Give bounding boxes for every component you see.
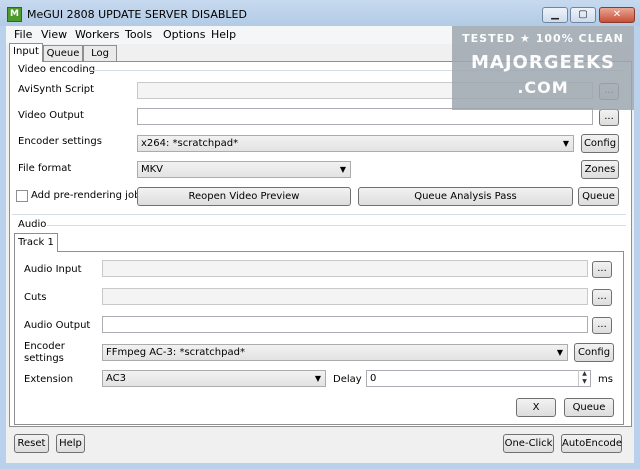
- cuts-label: Cuts: [24, 292, 47, 303]
- window-title: MeGUI 2808 UPDATE SERVER DISABLED: [27, 8, 247, 21]
- watermark-line-2: MAJORGEEKS: [471, 52, 615, 73]
- delay-unit-label: ms: [598, 374, 613, 385]
- video-queue-button[interactable]: Queue: [578, 187, 619, 206]
- menu-file[interactable]: File: [14, 28, 32, 41]
- extension-label: Extension: [24, 374, 74, 385]
- audio-encoder-value: FFmpeg AC-3: *scratchpad*: [106, 347, 245, 358]
- maximize-button[interactable]: ▢: [570, 7, 596, 23]
- tab-log[interactable]: Log: [83, 45, 117, 61]
- video-output-input[interactable]: [137, 108, 593, 125]
- avisynth-label: AviSynth Script: [18, 84, 94, 95]
- remove-track-button[interactable]: X: [516, 398, 556, 417]
- audio-config-button[interactable]: Config: [574, 343, 614, 362]
- cuts-browse-button[interactable]: ...: [592, 289, 612, 306]
- zones-button[interactable]: Zones: [581, 160, 619, 179]
- video-encoder-select[interactable]: x264: *scratchpad* ▼: [137, 135, 574, 152]
- audio-queue-button[interactable]: Queue: [564, 398, 614, 417]
- menu-view[interactable]: View: [41, 28, 67, 41]
- cuts-field[interactable]: [102, 288, 588, 305]
- queue-analysis-button[interactable]: Queue Analysis Pass: [358, 187, 573, 206]
- video-group-label: Video encoding: [18, 64, 96, 75]
- audio-input-label: Audio Input: [24, 264, 82, 275]
- menu-workers[interactable]: Workers: [75, 28, 119, 41]
- tab-track-1[interactable]: Track 1: [14, 233, 58, 252]
- majorgeeks-watermark: TESTED ★ 100% CLEAN MAJORGEEKS .COM: [452, 26, 634, 110]
- file-format-value: MKV: [141, 164, 164, 175]
- file-format-select[interactable]: MKV ▼: [137, 161, 351, 178]
- minimize-button[interactable]: ▁: [542, 7, 568, 23]
- tab-input[interactable]: Input: [9, 43, 43, 62]
- video-encoder-value: x264: *scratchpad*: [141, 138, 239, 149]
- tab-queue[interactable]: Queue: [43, 45, 83, 61]
- extension-select[interactable]: AC3 ▼: [102, 370, 326, 387]
- encoder-settings-label: Encoder settings: [18, 136, 102, 147]
- audio-encoder-label-line1: Encoder: [24, 341, 65, 352]
- menu-help[interactable]: Help: [211, 28, 236, 41]
- delay-spinner[interactable]: ▲ ▼: [578, 370, 590, 386]
- audio-output-label: Audio Output: [24, 320, 91, 331]
- section-divider: [12, 214, 626, 215]
- menu-options[interactable]: Options: [163, 28, 205, 41]
- chevron-down-icon: ▼: [556, 348, 563, 357]
- audio-output-browse-button[interactable]: ...: [592, 317, 612, 334]
- reopen-preview-button[interactable]: Reopen Video Preview: [137, 187, 351, 206]
- watermark-line-1: TESTED ★ 100% CLEAN: [462, 32, 624, 45]
- one-click-button[interactable]: One-Click: [503, 434, 554, 453]
- audio-group-label: Audio: [18, 219, 47, 230]
- menu-tools[interactable]: Tools: [125, 28, 152, 41]
- video-output-browse-button[interactable]: ...: [599, 109, 619, 126]
- audio-input-browse-button[interactable]: ...: [592, 261, 612, 278]
- delay-label: Delay: [333, 374, 362, 385]
- audio-encoder-label-line2: settings: [24, 353, 64, 364]
- audio-group-divider: [47, 225, 626, 226]
- close-button[interactable]: ✕: [599, 7, 635, 23]
- file-format-label: File format: [18, 163, 72, 174]
- audio-encoder-select[interactable]: FFmpeg AC-3: *scratchpad* ▼: [102, 344, 568, 361]
- chevron-down-icon: ▼: [314, 374, 321, 383]
- chevron-down-icon: ▼: [339, 165, 346, 174]
- auto-encode-button[interactable]: AutoEncode: [561, 434, 622, 453]
- watermark-line-3: .COM: [517, 78, 569, 97]
- prerender-label: Add pre-rendering job: [31, 190, 141, 201]
- audio-output-field[interactable]: [102, 316, 588, 333]
- help-button[interactable]: Help: [56, 434, 85, 453]
- extension-value: AC3: [106, 373, 127, 384]
- prerender-checkbox[interactable]: [16, 190, 28, 202]
- reset-button[interactable]: Reset: [14, 434, 49, 453]
- delay-input[interactable]: 0: [366, 370, 591, 387]
- app-icon: M: [7, 7, 22, 22]
- delay-value: 0: [370, 373, 377, 384]
- video-output-label: Video Output: [18, 110, 84, 121]
- audio-input-field[interactable]: [102, 260, 588, 277]
- video-config-button[interactable]: Config: [581, 134, 619, 153]
- chevron-down-icon: ▼: [562, 139, 569, 148]
